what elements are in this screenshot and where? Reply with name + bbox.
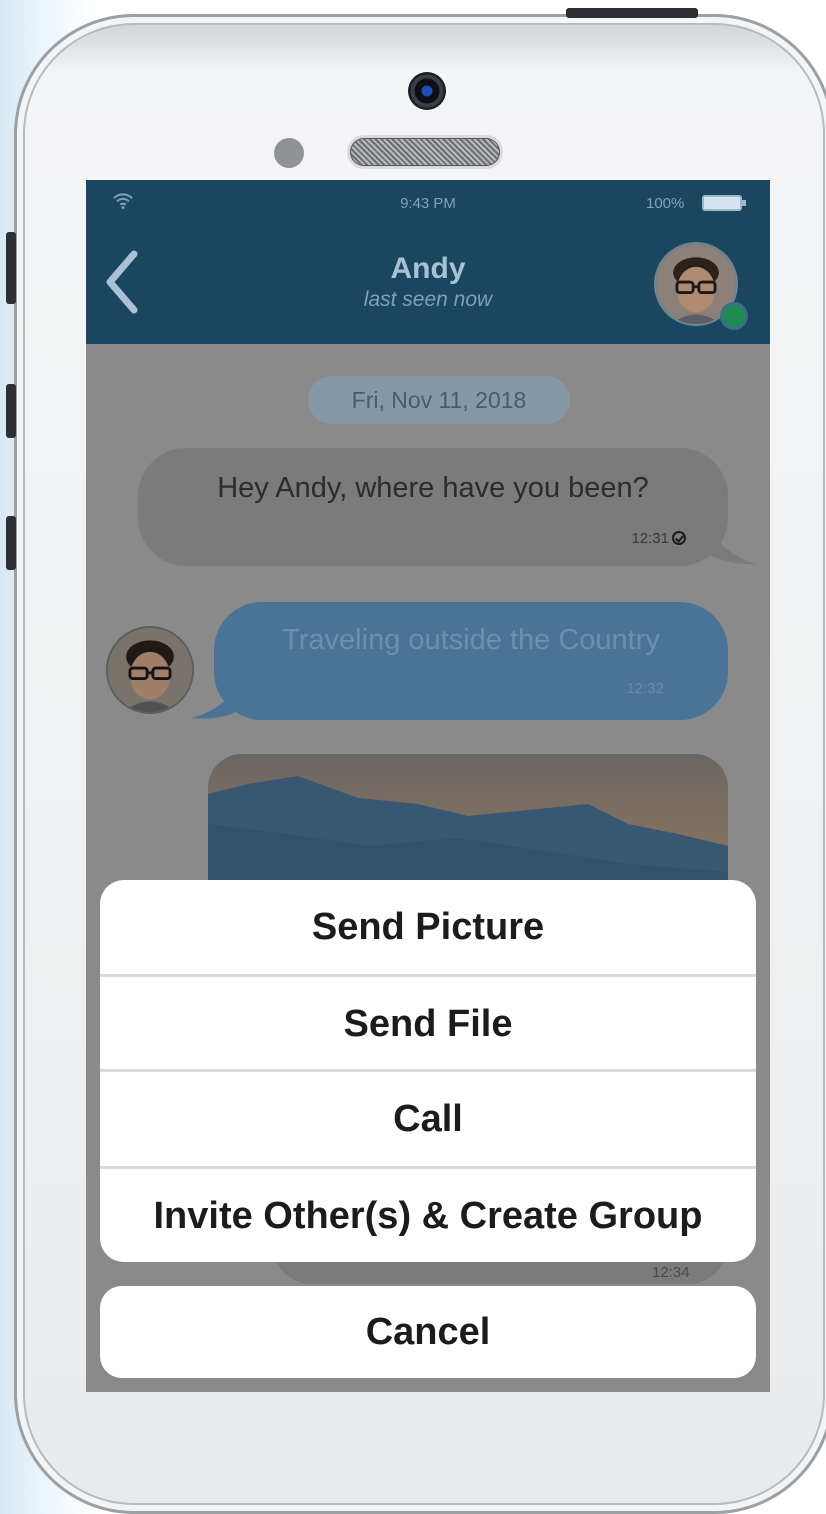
proximity-sensor	[274, 138, 304, 168]
status-bar: 9:43 PM 100%	[86, 180, 770, 226]
chat-header: Andy last seen now	[86, 226, 770, 344]
volume-up-button	[6, 384, 16, 438]
bubble-tail	[698, 506, 758, 565]
send-picture-button[interactable]: Send Picture	[100, 880, 756, 974]
message-time: 12:31	[631, 530, 686, 547]
bubble-tail	[190, 664, 250, 719]
send-file-button[interactable]: Send File	[100, 977, 756, 1071]
power-button	[566, 8, 698, 18]
action-sheet: Send Picture Send File Call Invite Other…	[100, 880, 756, 1262]
date-divider: Fri, Nov 11, 2018	[308, 376, 570, 424]
online-indicator	[720, 302, 748, 330]
message-time-label: 12:31	[631, 530, 669, 547]
battery-percent: 100%	[646, 195, 685, 212]
message-text: Hey Andy, where have you been?	[217, 472, 649, 504]
cancel-button[interactable]: Cancel	[100, 1286, 756, 1378]
battery-icon	[702, 195, 746, 211]
earpiece-speaker	[350, 138, 500, 166]
message-time: 12:34	[652, 1264, 690, 1281]
invite-create-group-button[interactable]: Invite Other(s) & Create Group	[100, 1169, 756, 1262]
message-time: 12:32	[626, 680, 664, 697]
message-bubble-outgoing[interactable]: Hey Andy, where have you been? 12:31	[138, 448, 758, 566]
front-camera	[408, 72, 446, 110]
sender-avatar[interactable]	[106, 626, 194, 714]
call-button[interactable]: Call	[100, 1072, 756, 1166]
read-check-icon	[672, 531, 686, 545]
mute-switch	[6, 232, 16, 304]
volume-down-button	[6, 516, 16, 570]
message-bubble-incoming[interactable]: Traveling outside the Country 12:32	[190, 602, 728, 720]
message-text: Traveling outside the Country	[282, 624, 660, 656]
